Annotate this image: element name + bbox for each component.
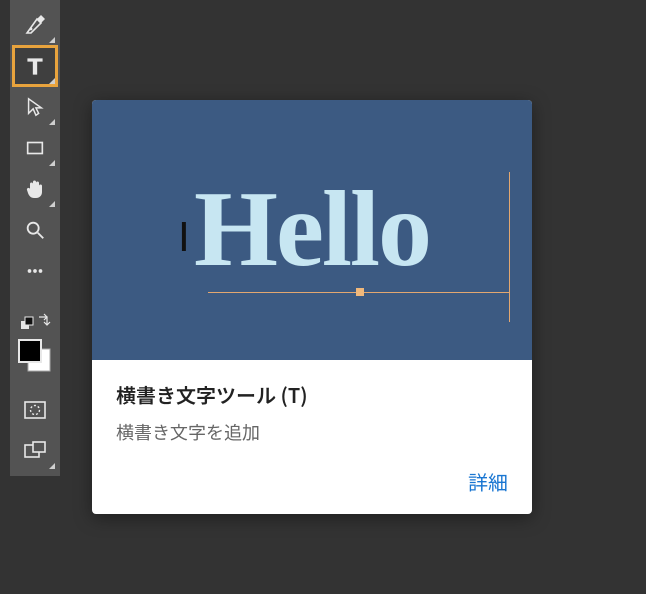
tool-tooltip: Hello Ⅰ 横書き文字ツール (T) 横書き文字を追加 詳細 — [92, 100, 532, 514]
tooltip-preview: Hello Ⅰ — [92, 100, 532, 360]
screen-mode-icon — [23, 441, 47, 461]
preview-text: Hello — [194, 176, 430, 284]
type-icon — [22, 53, 48, 79]
tooltip-footer: 詳細 — [92, 461, 532, 514]
ibeam-cursor-icon: Ⅰ — [178, 214, 190, 261]
hand-tool[interactable] — [13, 169, 57, 209]
text-handle — [356, 288, 364, 296]
swap-colors[interactable] — [13, 311, 57, 333]
tooltip-title: 横書き文字ツール (T) — [116, 380, 508, 409]
hand-icon — [23, 177, 47, 201]
path-selection-tool[interactable] — [13, 87, 57, 127]
quick-mask-toggle[interactable] — [13, 390, 57, 430]
tools-panel — [10, 0, 60, 476]
pen-icon — [23, 13, 47, 37]
submenu-indicator-icon — [49, 119, 55, 125]
learn-more-link[interactable]: 詳細 — [468, 467, 508, 496]
submenu-indicator-icon — [49, 78, 55, 84]
pen-tool[interactable] — [13, 5, 57, 45]
tooltip-body: 横書き文字ツール (T) 横書き文字を追加 — [92, 360, 532, 461]
magnifier-icon — [24, 219, 46, 241]
submenu-indicator-icon — [49, 160, 55, 166]
foreground-background-colors[interactable] — [13, 334, 57, 378]
quick-mask-icon — [23, 400, 47, 420]
zoom-tool[interactable] — [13, 210, 57, 250]
swap-colors-icon — [19, 313, 51, 331]
submenu-indicator-icon — [49, 201, 55, 207]
submenu-indicator-icon — [49, 37, 55, 43]
tooltip-description: 横書き文字を追加 — [116, 419, 508, 445]
text-caret-guide — [509, 172, 510, 322]
foreground-background-icon — [16, 337, 54, 375]
edit-toolbar-button[interactable] — [13, 251, 57, 291]
type-tool[interactable] — [13, 46, 57, 86]
arrow-icon — [24, 96, 46, 118]
rectangle-tool[interactable] — [13, 128, 57, 168]
dots-icon — [24, 260, 46, 282]
rectangle-icon — [24, 137, 46, 159]
submenu-indicator-icon — [49, 463, 55, 469]
screen-mode[interactable] — [13, 431, 57, 471]
